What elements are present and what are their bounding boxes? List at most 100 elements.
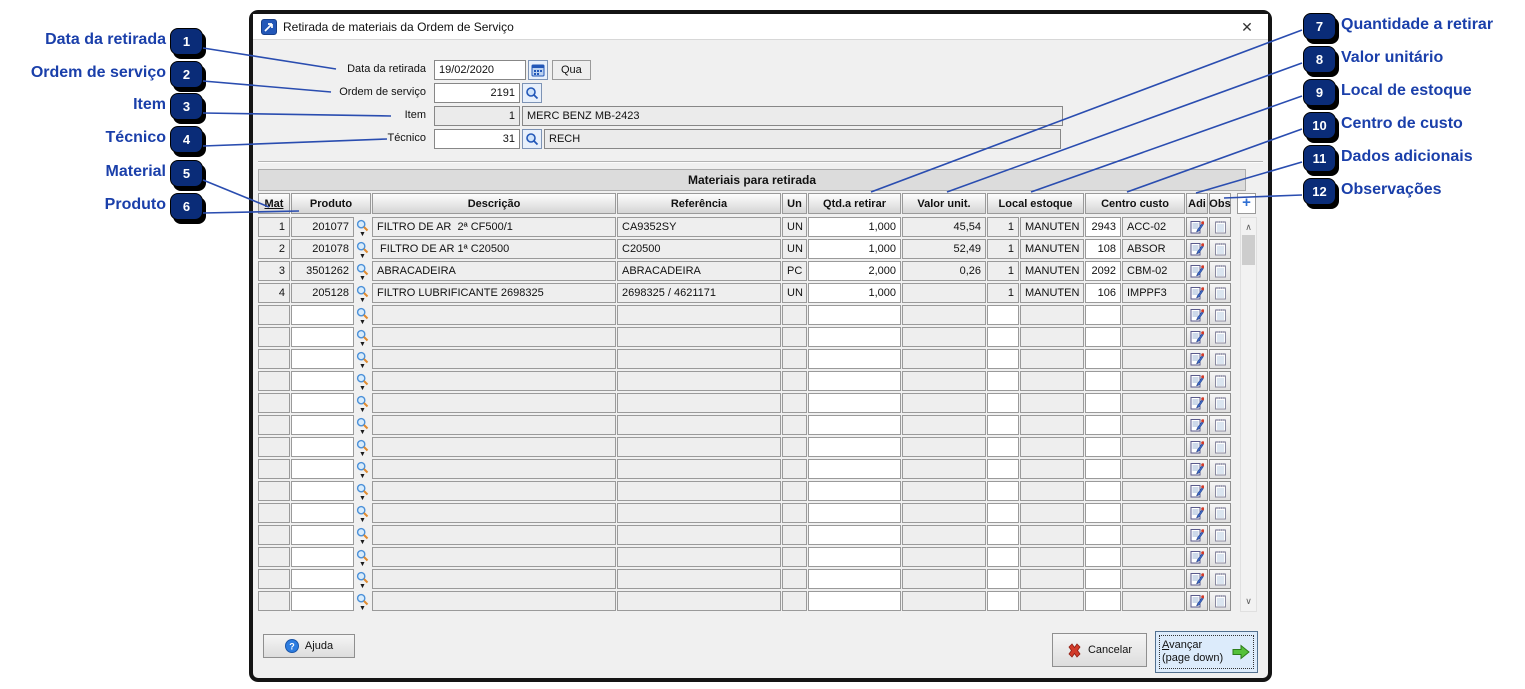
cell-centro-num[interactable] — [1085, 393, 1121, 413]
cell-centro-num[interactable] — [1085, 371, 1121, 391]
cell-qtd[interactable] — [808, 547, 901, 567]
col-header-referencia[interactable]: Referência — [617, 193, 781, 214]
product-lookup[interactable]: ▼ — [355, 437, 371, 459]
observations-button[interactable] — [1209, 481, 1231, 501]
additional-data-button[interactable] — [1186, 261, 1208, 281]
cell-produto[interactable] — [291, 349, 354, 369]
cell-centro-num[interactable] — [1085, 547, 1121, 567]
cell-qtd[interactable] — [808, 591, 901, 611]
product-lookup[interactable]: ▼ — [355, 415, 371, 436]
cell-produto[interactable] — [291, 569, 354, 589]
cell-local-num[interactable] — [987, 371, 1019, 391]
product-lookup[interactable]: ▼ — [355, 305, 371, 327]
product-lookup[interactable]: ▼ — [355, 481, 371, 503]
cell-local-num[interactable] — [987, 437, 1019, 457]
cell-qtd[interactable] — [808, 349, 901, 369]
cell-local-num[interactable] — [987, 327, 1019, 347]
cancel-button[interactable]: Cancelar — [1052, 633, 1147, 667]
dropdown-arrow-icon[interactable]: ▼ — [359, 385, 366, 393]
observations-button[interactable] — [1209, 415, 1231, 435]
product-lookup[interactable]: ▼ — [355, 591, 371, 613]
additional-data-button[interactable] — [1186, 371, 1208, 391]
product-lookup[interactable]: ▼ — [355, 283, 371, 305]
cell-produto[interactable] — [291, 393, 354, 413]
dropdown-arrow-icon[interactable]: ▼ — [359, 517, 366, 525]
cell-qtd[interactable] — [808, 569, 901, 589]
observations-button[interactable] — [1209, 327, 1231, 347]
cell-qtd[interactable]: 2,000 — [808, 261, 901, 281]
col-header-adi[interactable]: Adi — [1186, 193, 1208, 214]
order-input[interactable] — [434, 83, 520, 103]
cell-produto[interactable] — [291, 305, 354, 325]
cell-produto[interactable] — [291, 327, 354, 347]
dropdown-arrow-icon[interactable]: ▼ — [359, 341, 366, 349]
col-header-mat[interactable]: Mat — [258, 193, 290, 214]
col-header-obs[interactable]: Obs — [1209, 193, 1231, 214]
additional-data-button[interactable] — [1186, 503, 1208, 523]
col-header-produto[interactable]: Produto — [291, 193, 371, 214]
observations-button[interactable] — [1209, 591, 1231, 611]
cell-local-num[interactable] — [987, 503, 1019, 523]
observations-button[interactable] — [1209, 305, 1231, 325]
dropdown-arrow-icon[interactable]: ▼ — [359, 495, 366, 503]
col-header-descricao[interactable]: Descrição — [372, 193, 616, 214]
additional-data-button[interactable] — [1186, 415, 1208, 435]
observations-button[interactable] — [1209, 371, 1231, 391]
cell-produto[interactable] — [291, 437, 354, 457]
cell-qtd[interactable] — [808, 415, 901, 435]
cell-centro-num[interactable]: 106 — [1085, 283, 1121, 303]
additional-data-button[interactable] — [1186, 569, 1208, 589]
additional-data-button[interactable] — [1186, 349, 1208, 369]
additional-data-button[interactable] — [1186, 393, 1208, 413]
add-row-button[interactable]: + — [1237, 193, 1256, 214]
cell-centro-num[interactable] — [1085, 437, 1121, 457]
observations-button[interactable] — [1209, 217, 1231, 237]
order-search-button[interactable] — [522, 83, 542, 103]
cell-centro-num[interactable]: 2943 — [1085, 217, 1121, 237]
vertical-scrollbar[interactable]: ∧ ∨ — [1240, 217, 1257, 612]
cell-centro-num[interactable] — [1085, 415, 1121, 435]
dropdown-arrow-icon[interactable]: ▼ — [359, 275, 366, 283]
observations-button[interactable] — [1209, 503, 1231, 523]
technician-search-button[interactable] — [522, 129, 542, 149]
observations-button[interactable] — [1209, 437, 1231, 457]
observations-button[interactable] — [1209, 261, 1231, 281]
cell-centro-num[interactable]: 2092 — [1085, 261, 1121, 281]
additional-data-button[interactable] — [1186, 591, 1208, 611]
dropdown-arrow-icon[interactable]: ▼ — [359, 297, 366, 305]
col-header-qtd[interactable]: Qtd.a retirar — [808, 193, 901, 214]
observations-button[interactable] — [1209, 349, 1231, 369]
cell-qtd[interactable] — [808, 371, 901, 391]
product-lookup[interactable]: ▼ — [355, 261, 371, 283]
product-lookup[interactable]: ▼ — [355, 503, 371, 525]
cell-qtd[interactable] — [808, 437, 901, 457]
help-button[interactable]: ? Ajuda — [263, 634, 355, 658]
product-lookup[interactable]: ▼ — [355, 349, 371, 371]
cell-centro-num[interactable] — [1085, 525, 1121, 545]
dropdown-arrow-icon[interactable]: ▼ — [359, 231, 366, 239]
dropdown-arrow-icon[interactable]: ▼ — [359, 451, 366, 459]
cell-centro-num[interactable] — [1085, 305, 1121, 325]
col-header-un[interactable]: Un — [782, 193, 807, 214]
additional-data-button[interactable] — [1186, 327, 1208, 347]
additional-data-button[interactable] — [1186, 481, 1208, 501]
cell-produto[interactable] — [291, 503, 354, 523]
cell-local-num[interactable] — [987, 393, 1019, 413]
cell-centro-num[interactable] — [1085, 503, 1121, 523]
cell-qtd[interactable] — [808, 327, 901, 347]
cell-qtd[interactable] — [808, 481, 901, 501]
dropdown-arrow-icon[interactable]: ▼ — [359, 605, 366, 613]
dropdown-arrow-icon[interactable]: ▼ — [359, 319, 366, 327]
technician-input[interactable] — [434, 129, 520, 149]
cell-qtd[interactable]: 1,000 — [808, 239, 901, 259]
scrollbar-thumb[interactable] — [1242, 235, 1255, 265]
cell-local-num[interactable] — [987, 481, 1019, 501]
cell-centro-num[interactable] — [1085, 481, 1121, 501]
cell-local-num[interactable] — [987, 459, 1019, 479]
cell-produto[interactable] — [291, 591, 354, 611]
dropdown-arrow-icon[interactable]: ▼ — [359, 363, 366, 371]
col-header-local[interactable]: Local estoque — [987, 193, 1084, 214]
product-lookup[interactable]: ▼ — [355, 569, 371, 590]
product-lookup[interactable]: ▼ — [355, 547, 371, 568]
additional-data-button[interactable] — [1186, 217, 1208, 237]
